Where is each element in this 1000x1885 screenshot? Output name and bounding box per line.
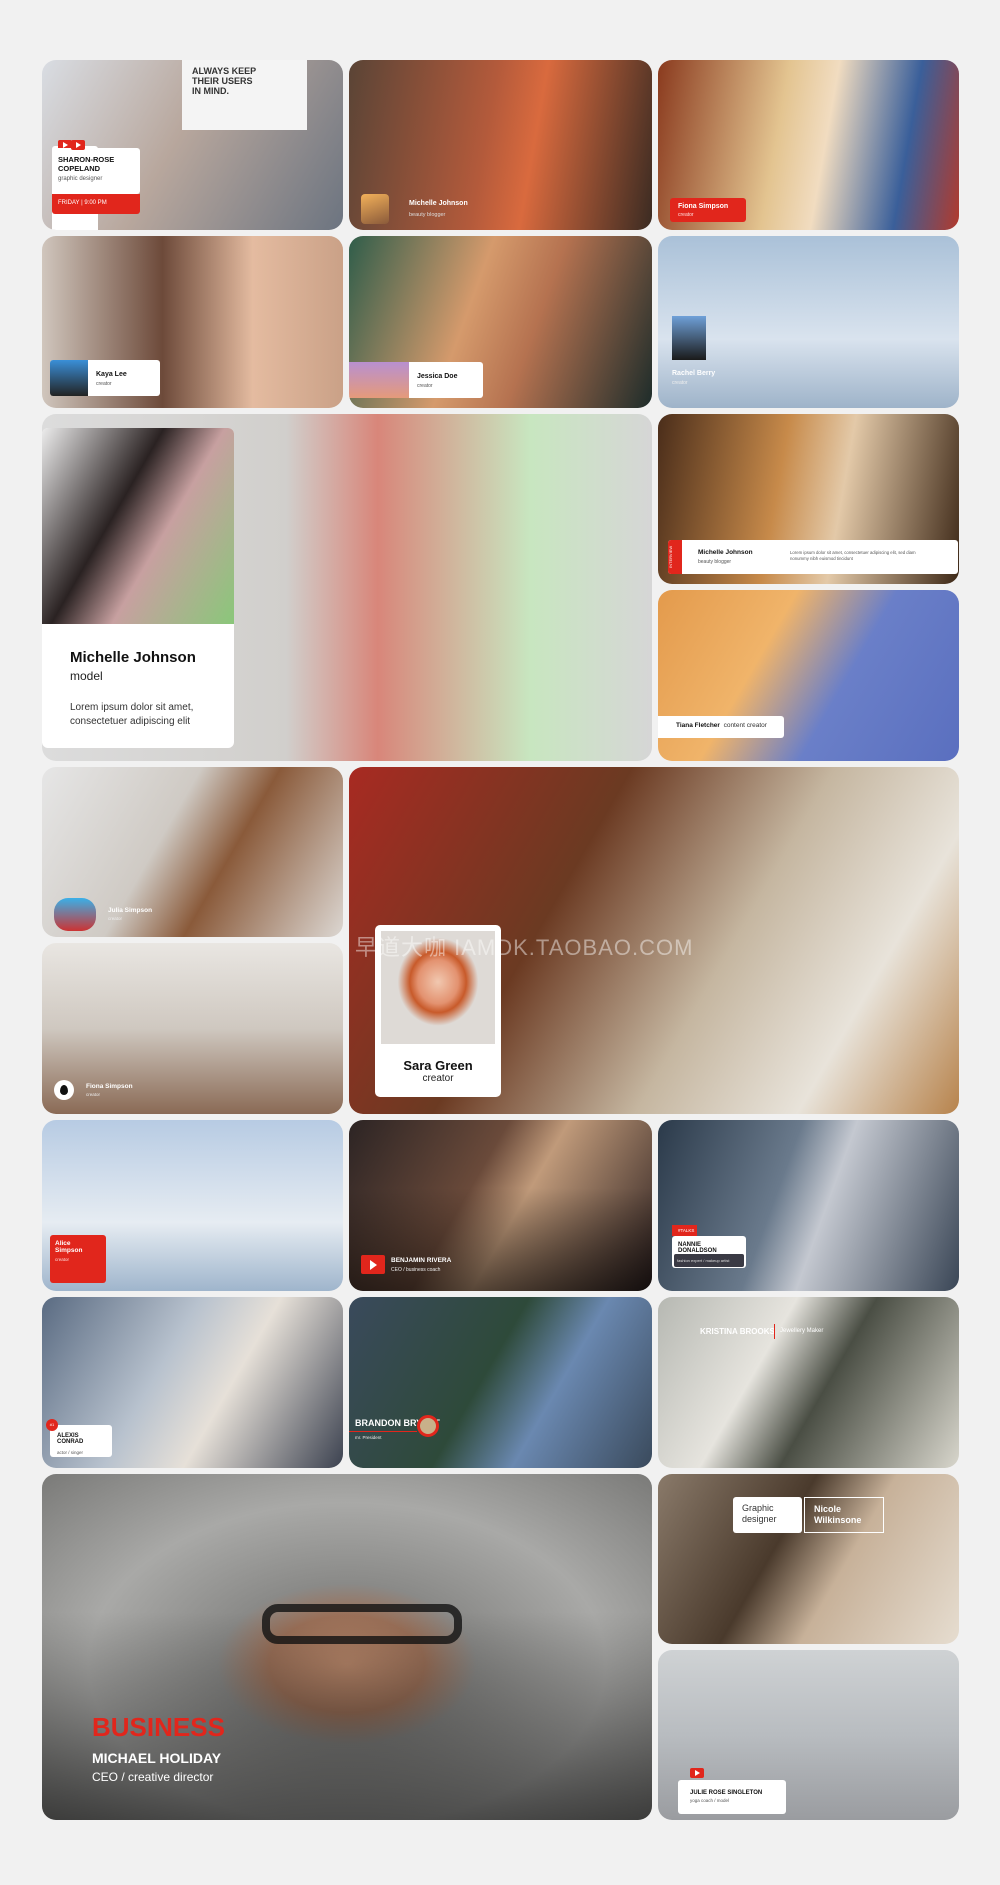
- name-label: Julia Simpson: [108, 907, 153, 914]
- name-label: Nicole Wilkinsone: [804, 1497, 884, 1533]
- youtube-icon: [690, 1768, 704, 1778]
- tile-benjamin-rivera[interactable]: BENJAMIN RIVERA CEO / business coach: [349, 1120, 652, 1291]
- tile-fiona-simpson-books[interactable]: Fiona Simpson creator: [42, 943, 343, 1114]
- tile-kristina-brooks[interactable]: KRISTINA BROOKS Jewellery Maker: [658, 1297, 959, 1468]
- role-label: yoga coach / model: [690, 1798, 730, 1803]
- description: Lorem ipsum dolor sit amet, consectetuer…: [790, 550, 916, 561]
- lower-third-card: Tiana Fletcher content creator: [658, 716, 784, 738]
- tile-michelle-johnson-blogger[interactable]: Michelle Johnson beauty blogger: [349, 60, 652, 230]
- glasses: [262, 1604, 462, 1644]
- role-label: graphic designer: [58, 176, 103, 182]
- avatar: [672, 316, 706, 360]
- lower-third-card: INTERVIEW Michelle Johnson beauty blogge…: [668, 540, 958, 574]
- tile-brandon-bryant[interactable]: BRANDON BRYANT mr. President: [349, 1297, 652, 1468]
- name-label: BENJAMIN RIVERA: [391, 1257, 452, 1264]
- role-label: model: [70, 669, 103, 683]
- name-label: Jessica Doe: [417, 373, 458, 380]
- name-label: MICHAEL HOLIDAY: [92, 1750, 222, 1766]
- role-label: Jewellery Maker: [780, 1328, 824, 1334]
- tile-jessica-doe[interactable]: Jessica Doe creator: [349, 236, 652, 408]
- role-label: Graphic designer: [733, 1497, 802, 1533]
- name-label: Michelle Johnson: [698, 549, 753, 556]
- role-label: mr. President: [355, 1435, 382, 1440]
- tile-michelle-johnson-model[interactable]: Michelle Johnson model Lorem ipsum dolor…: [42, 414, 652, 761]
- name-label: Kaya Lee: [96, 371, 127, 378]
- talks-tag: #TALKS: [672, 1225, 697, 1236]
- description: Lorem ipsum dolor sit amet, consectetuer…: [70, 702, 194, 727]
- profile-card: Michelle Johnson model Lorem ipsum dolor…: [42, 428, 234, 748]
- avatar: [417, 1415, 439, 1437]
- interview-tag: INTERVIEW: [668, 540, 682, 574]
- name-label: SHARON-ROSE COPELAND: [58, 155, 115, 173]
- avatar: [54, 898, 96, 931]
- tile-alice-simpson[interactable]: Alice Simpson creator: [42, 1120, 343, 1291]
- tile-nannie-donaldson[interactable]: #TALKS NANNIE DONALDSON fashion expert /…: [658, 1120, 959, 1291]
- name-label: Rachel Berry: [672, 370, 716, 377]
- role-label: creator: [417, 383, 433, 389]
- role-label: CEO / business coach: [391, 1267, 441, 1273]
- role-label: creator: [422, 1073, 454, 1084]
- name-label: Fiona Simpson: [86, 1083, 133, 1090]
- role-label: content creator: [723, 722, 767, 729]
- name-label: Michelle Johnson: [409, 200, 468, 207]
- tile-nicole-wilkinsone[interactable]: Graphic designer Nicole Wilkinsone: [658, 1474, 959, 1644]
- lower-third-card: Jessica Doe creator: [349, 362, 483, 398]
- tile-kaya-lee[interactable]: Kaya Lee creator: [42, 236, 343, 408]
- tile-julia-simpson[interactable]: Julia Simpson creator: [42, 767, 343, 937]
- role-label: creator: [55, 1257, 70, 1262]
- role-label: creator: [672, 380, 688, 386]
- name-label: NANNIE DONALDSON: [678, 1242, 717, 1254]
- tile-tiana-fletcher[interactable]: Tiana Fletcher content creator: [658, 590, 959, 761]
- profile-photo: [42, 428, 234, 624]
- name-label: Sara Green: [403, 1058, 473, 1073]
- schedule-label: FRIDAY | 9:00 PM: [52, 194, 140, 214]
- screen-text: ALWAYS KEEP THEIR USERS IN MIND.: [192, 66, 257, 96]
- name-label: Fiona Simpson: [678, 203, 729, 210]
- monitor-screen: ALWAYS KEEP THEIR USERS IN MIND.: [182, 60, 307, 130]
- name-label: Michelle Johnson: [70, 649, 196, 666]
- name-label: JULIE ROSE SINGLETON: [690, 1790, 763, 1796]
- tile-rachel-berry[interactable]: Rachel Berry creator: [658, 236, 959, 408]
- name-label: Alice Simpson: [55, 1240, 83, 1254]
- role-label: creator: [96, 381, 112, 387]
- rank-badge: #1: [46, 1419, 58, 1431]
- tile-alexis-conrad[interactable]: ALEXIS CONRAD actor / singer #1: [42, 1297, 343, 1468]
- avatar: [50, 360, 88, 396]
- role-label: beauty blogger: [409, 212, 446, 218]
- role-label: fashion expert / makeup artist: [674, 1254, 744, 1267]
- role-label: beauty blogger: [698, 559, 732, 565]
- logo-icon: [54, 1080, 74, 1100]
- role-label: actor / singer: [57, 1450, 84, 1455]
- role-label: CEO / creative director: [92, 1770, 214, 1784]
- lower-third-card: JULIE ROSE SINGLETON yoga coach / model: [678, 1780, 786, 1814]
- role-label: creator: [86, 1092, 101, 1097]
- name-label: Tiana Fletcher: [676, 722, 720, 729]
- tile-michael-holiday[interactable]: BUSINESS MICHAEL HOLIDAY CEO / creative …: [42, 1474, 652, 1820]
- avatar: [361, 194, 389, 224]
- lower-third-card: ALEXIS CONRAD actor / singer: [50, 1425, 112, 1457]
- role-label: creator: [678, 212, 694, 218]
- lower-third-card: Fiona Simpson creator: [670, 198, 746, 222]
- youtube-icon: [361, 1255, 385, 1274]
- tile-fiona-simpson[interactable]: Fiona Simpson creator: [658, 60, 959, 230]
- youtube-icon: [71, 140, 85, 150]
- lower-third-card: Kaya Lee creator: [50, 360, 160, 396]
- tile-interview-michelle-johnson[interactable]: INTERVIEW Michelle Johnson beauty blogge…: [658, 414, 959, 584]
- lower-third-card: Alice Simpson creator: [50, 1235, 106, 1283]
- category-title: BUSINESS: [92, 1712, 225, 1742]
- role-label: creator: [108, 916, 123, 921]
- name-label: KRISTINA BROOKS: [700, 1327, 775, 1336]
- tile-julie-rose-singleton[interactable]: JULIE ROSE SINGLETON yoga coach / model: [658, 1650, 959, 1820]
- watermark: 早道大咖 IAMDK.TAOBAO.COM: [355, 935, 694, 960]
- name-label: ALEXIS CONRAD: [57, 1433, 84, 1445]
- avatar: [349, 362, 409, 398]
- lower-third-card: SHARON-ROSE COPELAND graphic designer: [52, 148, 140, 194]
